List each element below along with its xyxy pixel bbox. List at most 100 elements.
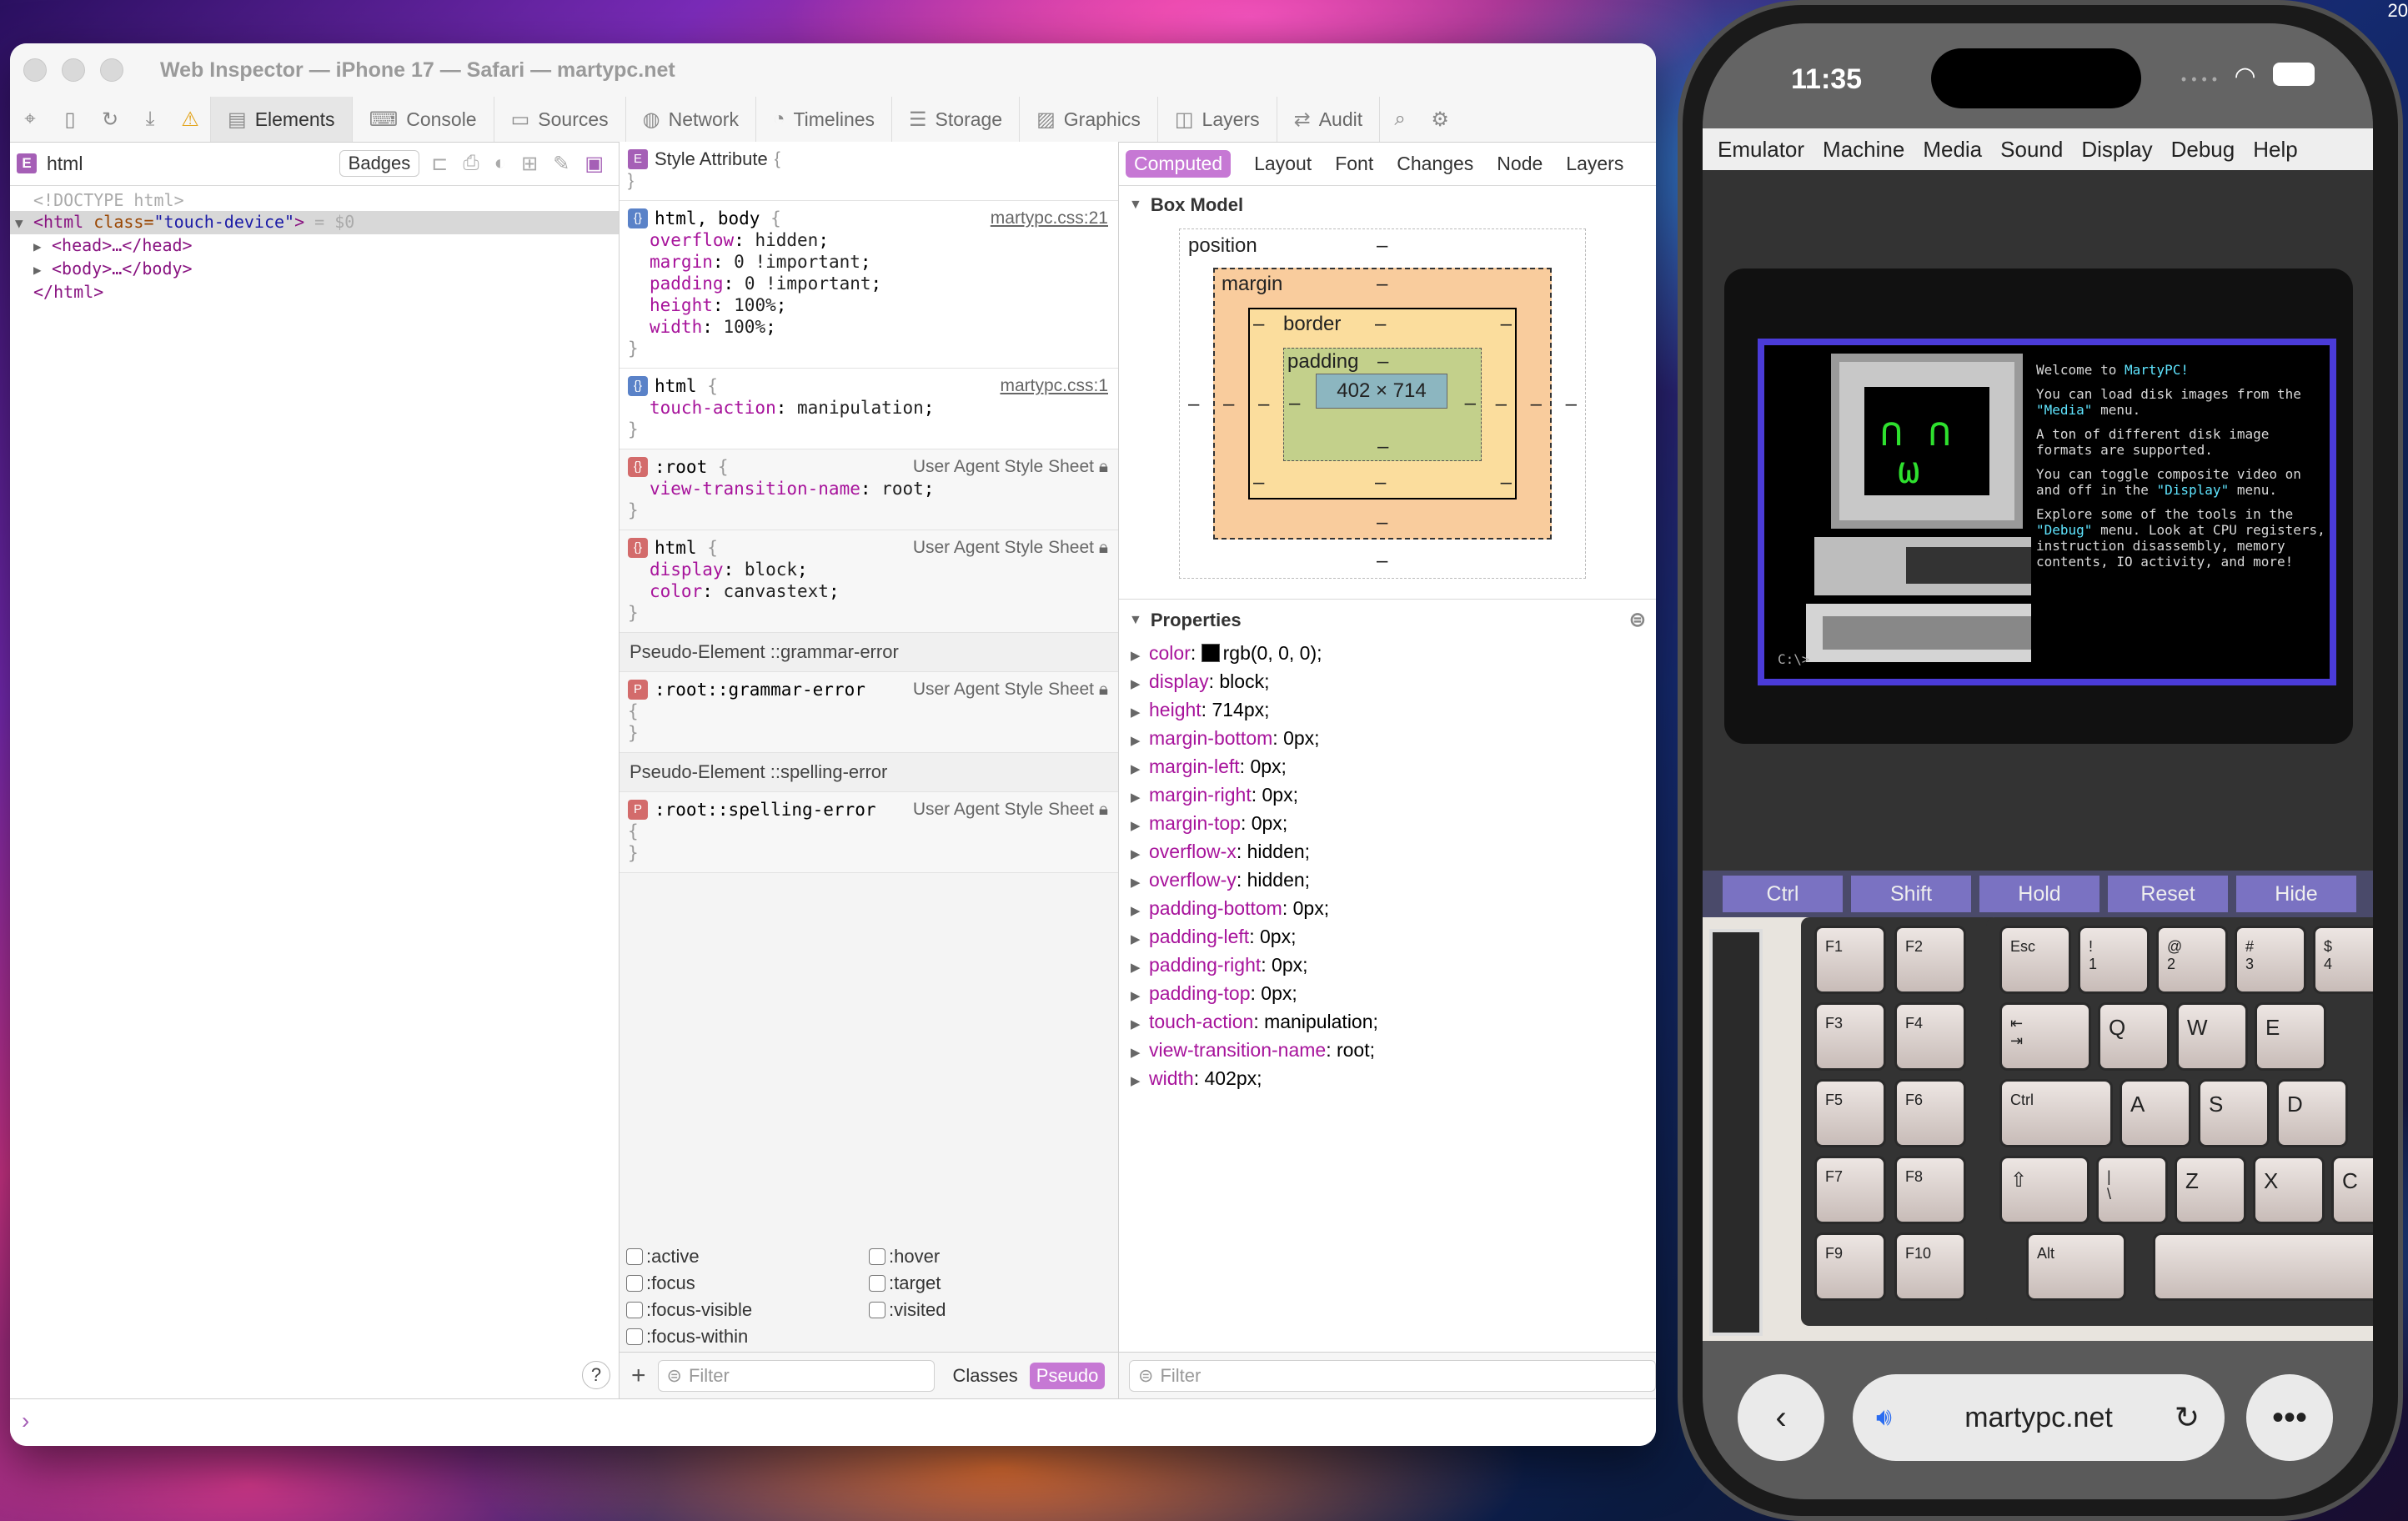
disclosure-closed-icon[interactable]: ▶: [1131, 956, 1149, 981]
reset-button[interactable]: Reset: [2108, 876, 2228, 912]
stylesheet-link[interactable]: martypc.css:21: [991, 208, 1108, 229]
key-s[interactable]: S: [2198, 1079, 2270, 1147]
tab-storage[interactable]: ☰ Storage: [891, 97, 1019, 142]
pseudo-class-checkbox[interactable]: :active: [626, 1246, 869, 1268]
css-rule[interactable]: {} html { martypc.css:1 touch-action: man…: [620, 369, 1118, 449]
pseudo-class-checkbox[interactable]: :focus-visible: [626, 1299, 869, 1321]
tab-console[interactable]: ⌨ Console: [351, 97, 494, 142]
reload-icon[interactable]: ↻: [2175, 1400, 2200, 1435]
device-icon[interactable]: ▯: [50, 97, 90, 142]
menu-machine[interactable]: Machine: [1823, 137, 1904, 163]
more-button[interactable]: •••: [2246, 1374, 2333, 1461]
user-agent-rule[interactable]: {}:root { User Agent Style Sheet 🔒︎ view…: [620, 449, 1118, 530]
disclosure-closed-icon[interactable]: ▶: [1131, 984, 1149, 1009]
dom-node-body[interactable]: ▶ <body>…</body>: [10, 258, 619, 281]
ctrl-button[interactable]: Ctrl: [1723, 876, 1843, 912]
disclosure-closed-icon[interactable]: ▶: [33, 259, 52, 281]
close-window-button[interactable]: [23, 58, 47, 82]
tab-computed[interactable]: Computed: [1126, 149, 1232, 178]
key-3[interactable]: #3: [2235, 926, 2306, 994]
zoom-window-button[interactable]: [100, 58, 123, 82]
help-button[interactable]: ?: [582, 1361, 610, 1389]
key-e[interactable]: E: [2255, 1002, 2326, 1071]
pseudo-element-rule[interactable]: P:root::spelling-error User Agent Style …: [620, 792, 1118, 873]
disclosure-closed-icon[interactable]: ▶: [1131, 1069, 1149, 1094]
key-f6[interactable]: F6: [1894, 1079, 1966, 1147]
breadcrumb[interactable]: html: [47, 153, 83, 175]
computed-property-row[interactable]: ▶ touch-action: manipulation;: [1131, 1009, 1656, 1037]
grid-icon[interactable]: ⊞: [521, 152, 538, 176]
computed-property-row[interactable]: ▶ padding-right: 0px;: [1131, 952, 1656, 981]
menu-display[interactable]: Display: [2081, 137, 2152, 163]
user-agent-rule[interactable]: {} html { User Agent Style Sheet 🔒︎ displ…: [620, 530, 1118, 633]
disclosure-closed-icon[interactable]: ▶: [1131, 729, 1149, 754]
disclosure-closed-icon[interactable]: ▶: [1131, 814, 1149, 839]
menu-emulator[interactable]: Emulator: [1718, 137, 1804, 163]
menu-help[interactable]: Help: [2253, 137, 2297, 163]
disclosure-closed-icon[interactable]: ▶: [1131, 644, 1149, 669]
pseudo-class-checkbox[interactable]: :focus: [626, 1273, 869, 1294]
box-model-section-header[interactable]: ▼ Box Model: [1119, 186, 1656, 224]
key-left-shift[interactable]: ⇧: [1999, 1156, 2089, 1224]
dom-node-doctype[interactable]: <!DOCTYPE html>: [10, 189, 619, 211]
computed-property-row[interactable]: ▶ view-transition-name: root;: [1131, 1037, 1656, 1066]
computed-property-row[interactable]: ▶ margin-right: 0px;: [1131, 782, 1656, 811]
add-rule-icon[interactable]: +: [631, 1362, 646, 1390]
tab-network[interactable]: ◍ Network: [625, 97, 755, 142]
key-f10[interactable]: F10: [1894, 1232, 1966, 1301]
menu-media[interactable]: Media: [1923, 137, 1982, 163]
classes-button[interactable]: Classes: [953, 1365, 1018, 1387]
tab-node[interactable]: Node: [1497, 153, 1543, 175]
key-4[interactable]: $4: [2313, 926, 2373, 994]
computed-property-row[interactable]: ▶ display: block;: [1131, 669, 1656, 697]
computed-property-row[interactable]: ▶ height: 714px;: [1131, 697, 1656, 725]
key-q[interactable]: Q: [2098, 1002, 2170, 1071]
tab-changes[interactable]: Changes: [1397, 153, 1473, 175]
download-icon[interactable]: ⤓: [130, 97, 170, 142]
pseudo-class-checkbox[interactable]: :focus-within: [626, 1326, 869, 1348]
tab-elements[interactable]: ▤ Elements: [210, 97, 352, 142]
computed-property-row[interactable]: ▶ overflow-y: hidden;: [1131, 867, 1656, 896]
computed-property-row[interactable]: ▶ color: rgb(0, 0, 0);: [1131, 640, 1656, 669]
tab-sources[interactable]: ▭ Sources: [493, 97, 625, 142]
key-f5[interactable]: F5: [1814, 1079, 1886, 1147]
layout-icon[interactable]: ⊏: [431, 152, 448, 176]
key-z[interactable]: Z: [2175, 1156, 2246, 1224]
disclosure-closed-icon[interactable]: ▶: [33, 236, 52, 258]
key-esc[interactable]: Esc: [1999, 926, 2071, 994]
disclosure-closed-icon[interactable]: ▶: [1131, 786, 1149, 811]
disclosure-closed-icon[interactable]: ▶: [1131, 927, 1149, 952]
hide-button[interactable]: Hide: [2236, 876, 2356, 912]
badges-button[interactable]: Badges: [339, 150, 420, 177]
key-f7[interactable]: F7: [1814, 1156, 1886, 1224]
disclosure-closed-icon[interactable]: ▶: [1131, 700, 1149, 725]
rules-filter-input[interactable]: ⊜ Filter: [657, 1360, 935, 1392]
search-icon[interactable]: ⌕: [1379, 97, 1420, 142]
properties-filter-options-icon[interactable]: ⊜: [1629, 608, 1646, 632]
dom-node-html-close[interactable]: </html>: [10, 281, 619, 303]
computed-property-row[interactable]: ▶ padding-bottom: 0px;: [1131, 896, 1656, 924]
key-1[interactable]: ! 1: [2078, 926, 2150, 994]
disclosure-closed-icon[interactable]: ▶: [1131, 899, 1149, 924]
stylesheet-link[interactable]: martypc.css:1: [1000, 375, 1108, 397]
key-w[interactable]: W: [2176, 1002, 2248, 1071]
key-f1[interactable]: F1: [1814, 926, 1886, 994]
pencil-icon[interactable]: ✎: [553, 152, 569, 176]
tab-graphics[interactable]: ▨ Graphics: [1019, 97, 1157, 142]
computed-property-row[interactable]: ▶ margin-top: 0px;: [1131, 811, 1656, 839]
key-tab[interactable]: ⇤ ⇥: [1999, 1002, 2091, 1071]
box-model-content-size[interactable]: 402 × 714: [1316, 374, 1447, 409]
pseudo-class-checkbox[interactable]: :target: [869, 1273, 1111, 1294]
computed-filter-input[interactable]: ⊜ Filter: [1129, 1360, 1656, 1392]
key-d[interactable]: D: [2276, 1079, 2348, 1147]
pseudo-element-rule[interactable]: P:root::grammar-error User Agent Style S…: [620, 672, 1118, 753]
tab-font[interactable]: Font: [1335, 153, 1373, 175]
back-button[interactable]: ‹: [1738, 1374, 1824, 1461]
key-f4[interactable]: F4: [1894, 1002, 1966, 1071]
menu-debug[interactable]: Debug: [2171, 137, 2235, 163]
gear-icon[interactable]: ⚙: [1420, 97, 1460, 142]
appearance-icon[interactable]: ◐: [494, 152, 507, 175]
pseudo-class-checkbox[interactable]: :hover: [869, 1246, 1111, 1268]
tab-timelines[interactable]: ◔ Timelines: [755, 97, 891, 142]
key-2[interactable]: @2: [2156, 926, 2228, 994]
